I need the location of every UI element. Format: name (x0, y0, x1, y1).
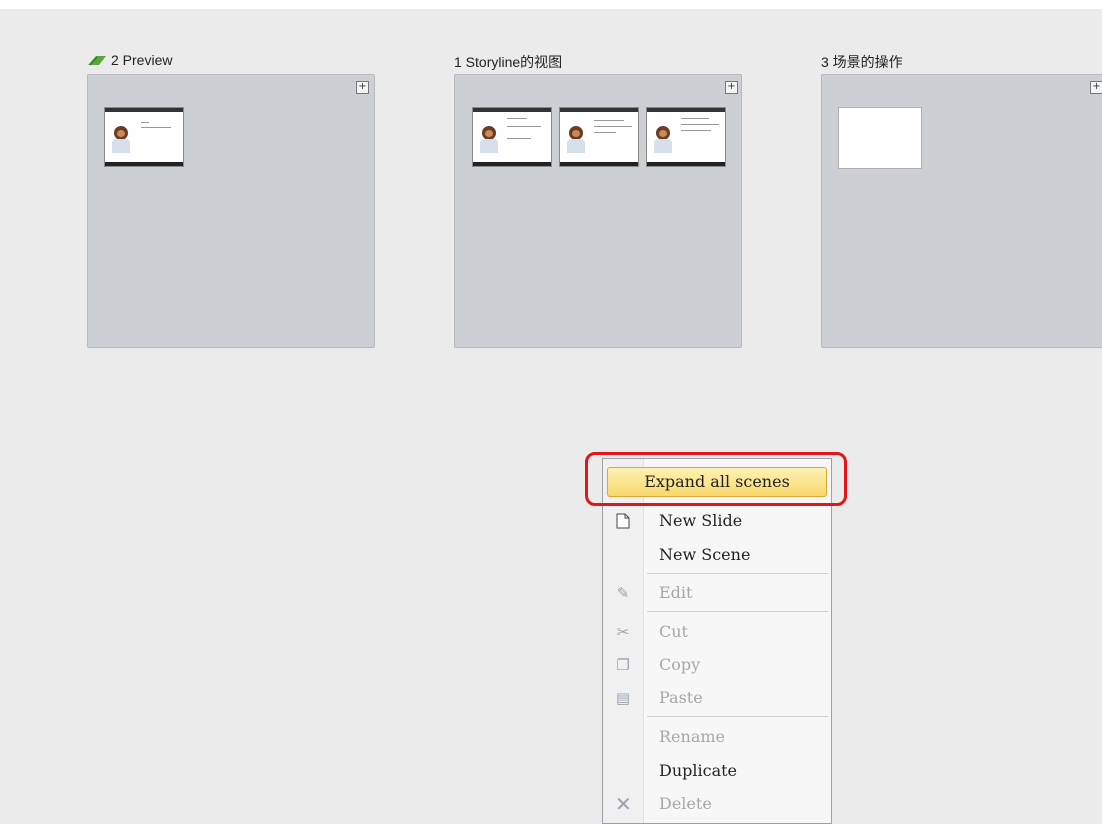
menu-item-rename[interactable]: Rename (603, 721, 831, 753)
scene-panel[interactable]: + (454, 74, 742, 348)
menu-item-copy[interactable]: ❐ Copy (603, 649, 831, 681)
menu-item-label: Paste (659, 688, 703, 707)
delete-icon: ✕ (615, 792, 632, 816)
start-flag-icon (88, 56, 106, 66)
menu-item-label: New Slide (659, 511, 743, 530)
scene-title: 3 场景的操作 (821, 52, 903, 72)
slide-thumbnail[interactable] (559, 107, 639, 167)
menu-separator (647, 611, 828, 612)
menu-item-cut[interactable]: ✂ Cut (603, 616, 831, 648)
highlight-annotation-frame (585, 452, 847, 506)
paste-icon: ▤ (615, 689, 631, 707)
cut-icon: ✂ (616, 623, 630, 641)
menu-item-duplicate[interactable]: Duplicate (603, 755, 831, 787)
slide-thumbnail[interactable] (104, 107, 184, 167)
menu-item-delete[interactable]: ✕ Delete (603, 788, 831, 820)
new-slide-icon (615, 513, 631, 529)
expand-scene-icon[interactable]: + (1090, 81, 1102, 94)
context-menu: Expand all scenes New Slide New Scene ✎ … (602, 458, 832, 824)
slide-thumbnail-blank[interactable] (838, 107, 922, 169)
top-strip (0, 0, 1102, 9)
scene-title: 2 Preview (87, 52, 172, 68)
scene-title-text: 3 场景的操作 (821, 54, 903, 70)
scene-panel[interactable]: + (821, 74, 1102, 348)
scene-title: 1 Storyline的视图 (454, 52, 562, 72)
menu-item-label: Edit (659, 583, 693, 602)
menu-item-label: Cut (659, 622, 688, 641)
menu-item-label: Copy (659, 655, 701, 674)
copy-icon: ❐ (616, 656, 630, 674)
menu-item-label: New Scene (659, 545, 751, 564)
expand-scene-icon[interactable]: + (356, 81, 369, 94)
menu-separator (647, 716, 828, 717)
slide-thumbnail[interactable] (646, 107, 726, 167)
scene-panel[interactable]: + (87, 74, 375, 348)
scene-title-text: 2 Preview (111, 52, 173, 68)
expand-scene-icon[interactable]: + (725, 81, 738, 94)
menu-separator (647, 573, 828, 574)
scene-title-text: 1 Storyline的视图 (454, 54, 563, 70)
menu-item-label: Delete (659, 794, 712, 813)
edit-icon: ✎ (616, 584, 630, 602)
menu-item-paste[interactable]: ▤ Paste (603, 682, 831, 714)
menu-item-edit[interactable]: ✎ Edit (603, 577, 831, 609)
menu-item-label: Duplicate (659, 761, 738, 780)
menu-item-label: Rename (659, 727, 725, 746)
menu-item-new-scene[interactable]: New Scene (603, 539, 831, 571)
slide-thumbnail[interactable] (472, 107, 552, 167)
menu-item-new-slide[interactable]: New Slide (603, 505, 831, 537)
